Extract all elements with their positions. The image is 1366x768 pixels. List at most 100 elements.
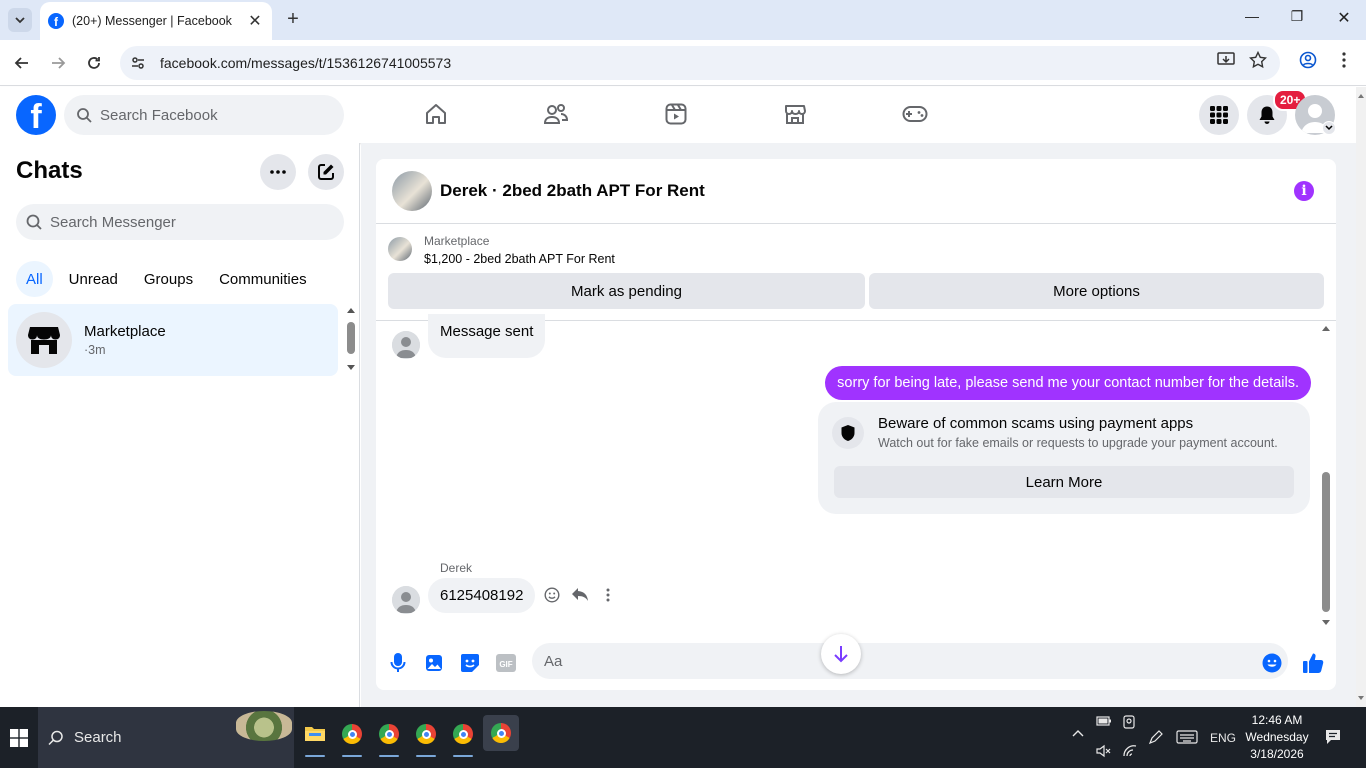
page-scrollbar[interactable]: [1356, 87, 1366, 707]
svg-text:GIF: GIF: [499, 660, 512, 669]
warning-subtitle: Watch out for fake emails or requests to…: [878, 436, 1278, 450]
chat-list-item[interactable]: Marketplace ·3m: [8, 304, 338, 376]
account-menu-chevron-icon[interactable]: [1322, 121, 1336, 135]
menu-grid-button[interactable]: [1199, 95, 1239, 135]
gif-icon[interactable]: GIF: [494, 651, 518, 675]
chats-options-button[interactable]: [260, 154, 296, 190]
window-close-button[interactable]: ✕: [1329, 8, 1359, 28]
clock-day: Wednesday: [1245, 730, 1309, 744]
chrome-active-icon[interactable]: [483, 715, 519, 751]
filter-groups[interactable]: Groups: [134, 261, 203, 297]
minimize-button[interactable]: —: [1237, 8, 1267, 24]
microphone-icon[interactable]: [386, 651, 410, 675]
messenger-search[interactable]: [16, 204, 344, 240]
marketplace-icon[interactable]: [782, 101, 808, 127]
chrome-icon[interactable]: [413, 721, 439, 757]
learn-more-button[interactable]: Learn More: [834, 466, 1294, 498]
camera-icon[interactable]: [1122, 715, 1136, 729]
photo-icon[interactable]: [422, 651, 446, 675]
conversation-avatar[interactable]: [392, 171, 432, 211]
scroll-down-arrow-icon[interactable]: [1356, 693, 1366, 703]
tab-search-button[interactable]: [8, 8, 32, 32]
windows-start-icon[interactable]: [10, 729, 28, 747]
outgoing-message-bubble[interactable]: sorry for being late, please send me you…: [825, 366, 1311, 400]
forward-button[interactable]: [48, 53, 68, 73]
react-emoji-icon[interactable]: [542, 585, 562, 605]
arrow-down-icon: [834, 646, 848, 663]
chat-filters: All Unread Groups Communities: [16, 261, 317, 297]
facebook-search[interactable]: [64, 95, 344, 135]
tray-chevron-up-icon[interactable]: [1072, 729, 1084, 737]
language-indicator[interactable]: ENG: [1210, 731, 1236, 745]
filter-communities[interactable]: Communities: [209, 261, 317, 297]
more-options-button[interactable]: More options: [869, 273, 1324, 309]
chat-time: ·3m: [84, 343, 106, 357]
profile-icon[interactable]: [1297, 49, 1319, 71]
compose-icon: [318, 164, 334, 180]
install-app-icon[interactable]: [1215, 49, 1237, 71]
clock-date: 3/18/2026: [1250, 747, 1304, 761]
reload-button[interactable]: [84, 53, 104, 73]
chat-list-scrollbar[interactable]: [344, 304, 358, 374]
incoming-sender-name: Derek: [440, 561, 473, 575]
chrome-icon[interactable]: [339, 721, 365, 757]
notification-center-icon[interactable]: [1325, 729, 1341, 745]
chats-sidebar: Chats All Unread Groups Communities Mark…: [0, 143, 360, 707]
grid-icon: [1210, 106, 1228, 124]
reply-icon[interactable]: [570, 585, 590, 605]
conversation-panel: Derek · 2bed 2bath APT For Rent i Market…: [376, 159, 1336, 690]
message-thread: Message sent sorry for being late, pleas…: [376, 314, 1336, 632]
bookmark-star-icon[interactable]: [1247, 49, 1269, 71]
emoji-icon[interactable]: [1260, 651, 1284, 675]
watch-icon[interactable]: [663, 101, 689, 127]
sender-avatar: [392, 586, 420, 614]
facebook-logo-icon[interactable]: f: [16, 95, 56, 135]
scroll-to-bottom-button[interactable]: [821, 634, 861, 674]
site-settings-icon[interactable]: [130, 55, 146, 71]
omnibox[interactable]: facebook.com/messages/t/1536126741005573: [120, 46, 1280, 80]
filter-all[interactable]: All: [16, 261, 53, 297]
keyboard-icon[interactable]: [1176, 730, 1198, 744]
thumbs-up-icon[interactable]: [1301, 651, 1325, 675]
warning-title: Beware of common scams using payment app…: [878, 415, 1194, 432]
volume-muted-icon[interactable]: [1096, 744, 1112, 758]
clock-time: 12:46 AM: [1251, 713, 1303, 727]
browser-menu-icon[interactable]: [1333, 49, 1355, 71]
gaming-icon[interactable]: [902, 101, 928, 127]
chrome-icon[interactable]: [376, 721, 402, 757]
file-explorer-icon[interactable]: [302, 721, 328, 757]
chevron-down-icon: [15, 17, 25, 24]
chrome-icon[interactable]: [450, 721, 476, 757]
friends-icon[interactable]: [543, 101, 569, 127]
listing-title[interactable]: $1,200 - 2bed 2bath APT For Rent: [424, 252, 615, 266]
new-message-button[interactable]: [308, 154, 344, 190]
pen-icon[interactable]: [1148, 729, 1164, 745]
search-icon: [26, 214, 42, 230]
maximize-button[interactable]: ❐: [1282, 8, 1312, 25]
message-input[interactable]: [544, 652, 1244, 670]
taskbar-clock[interactable]: 12:46 AM Wednesday 3/18/2026: [1238, 712, 1316, 763]
browser-tab[interactable]: f (20+) Messenger | Facebook ✕: [40, 2, 272, 40]
facebook-search-input[interactable]: [100, 106, 320, 124]
tab-close-icon[interactable]: ✕: [246, 11, 264, 31]
filter-unread[interactable]: Unread: [59, 261, 128, 297]
back-button[interactable]: [12, 53, 32, 73]
wifi-icon[interactable]: [1122, 744, 1138, 758]
scroll-up-arrow-icon[interactable]: [1356, 91, 1366, 101]
default-avatar-icon: [392, 331, 420, 359]
conversation-area: Derek · 2bed 2bath APT For Rent i Market…: [361, 143, 1356, 707]
info-icon[interactable]: i: [1294, 181, 1314, 201]
message-more-icon[interactable]: [598, 585, 618, 605]
home-icon[interactable]: [423, 101, 449, 127]
new-tab-button[interactable]: +: [283, 8, 303, 30]
conversation-title[interactable]: Derek · 2bed 2bath APT For Rent: [440, 181, 705, 201]
mark-as-pending-button[interactable]: Mark as pending: [388, 273, 865, 309]
incoming-message-bubble[interactable]: 6125408192: [428, 578, 536, 613]
messenger-search-input[interactable]: [50, 213, 310, 231]
listing-thumbnail[interactable]: [388, 237, 412, 261]
sticker-icon[interactable]: [458, 651, 482, 675]
battery-icon[interactable]: [1096, 715, 1112, 727]
search-highlight-image[interactable]: [236, 711, 292, 741]
thread-scrollbar[interactable]: [1320, 322, 1332, 632]
message-input-field[interactable]: [532, 643, 1288, 679]
